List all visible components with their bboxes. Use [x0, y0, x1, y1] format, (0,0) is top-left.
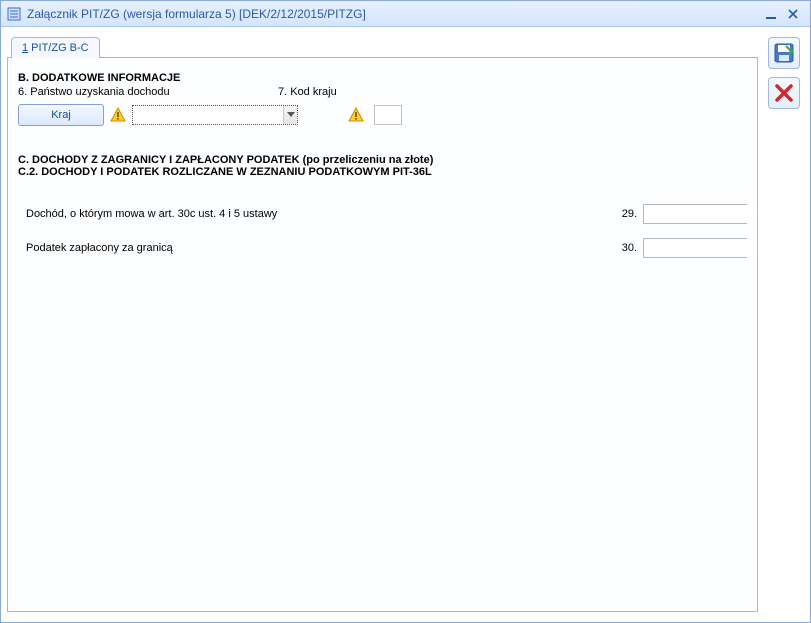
- section-c-heading1: C. DOCHODY Z ZAGRANICY I ZAPŁACONY PODAT…: [18, 154, 747, 166]
- row-label: Dochód, o którym mowa w art. 30c ust. 4 …: [26, 208, 609, 220]
- tab-strip: 1 PIT/ZG B-C: [7, 33, 758, 57]
- save-icon: [773, 42, 795, 64]
- section-b: B. DODATKOWE INFORMACJE 6. Państwo uzysk…: [18, 72, 747, 126]
- titlebar: Załącznik PIT/ZG (wersja formularza 5) […: [1, 1, 810, 27]
- app-icon: [7, 7, 21, 21]
- labels-row: 6. Państwo uzyskania dochodu 7. Kod kraj…: [18, 86, 747, 98]
- kod-kraju-input[interactable]: [374, 105, 402, 125]
- country-combo[interactable]: [132, 105, 298, 125]
- form-panel: B. DODATKOWE INFORMACJE 6. Państwo uzysk…: [7, 57, 758, 612]
- label-kod-kraju: 7. Kod kraju: [278, 86, 398, 98]
- right-actions: [764, 33, 804, 612]
- section-b-heading: B. DODATKOWE INFORMACJE: [18, 72, 747, 84]
- chevron-down-icon: [287, 112, 295, 118]
- amount-field-30[interactable]: ▲ ▼: [643, 238, 747, 258]
- warning-icon: [110, 107, 126, 123]
- save-button[interactable]: [768, 37, 800, 69]
- label-panstwo: 6. Państwo uzyskania dochodu: [18, 86, 278, 98]
- client-area: 1 PIT/ZG B-C B. DODATKOWE INFORMACJE 6. …: [1, 27, 810, 622]
- close-button[interactable]: [782, 5, 804, 23]
- minimize-button[interactable]: [760, 5, 782, 23]
- section-c: C. DOCHODY Z ZAGRANICY I ZAPŁACONY PODAT…: [18, 154, 747, 258]
- cancel-button[interactable]: [768, 77, 800, 109]
- country-input[interactable]: [133, 106, 283, 124]
- amount-input[interactable]: [644, 205, 758, 223]
- row-30: Podatek zapłacony za granicą 30. ▲ ▼: [26, 238, 747, 258]
- left-column: 1 PIT/ZG B-C B. DODATKOWE INFORMACJE 6. …: [7, 33, 758, 612]
- amount-input[interactable]: [644, 239, 758, 257]
- row-number: 30.: [609, 242, 637, 254]
- section-c-rows: Dochód, o którym mowa w art. 30c ust. 4 …: [18, 204, 747, 258]
- row-29: Dochód, o którym mowa w art. 30c ust. 4 …: [26, 204, 747, 224]
- row-number: 29.: [609, 208, 637, 220]
- kraj-button[interactable]: Kraj: [18, 104, 104, 126]
- input-row-b: Kraj: [18, 104, 747, 126]
- warning-icon: [348, 107, 364, 123]
- amount-field-29[interactable]: ▲ ▼: [643, 204, 747, 224]
- combo-dropdown-button[interactable]: [283, 106, 297, 124]
- window-title: Załącznik PIT/ZG (wersja formularza 5) […: [27, 7, 760, 21]
- tab-label: PIT/ZG B-C: [28, 42, 89, 54]
- close-icon: [774, 83, 794, 103]
- section-c-heading2: C.2. DOCHODY I PODATEK ROZLICZANE W ZEZN…: [18, 166, 747, 178]
- tab-pitzg-bc[interactable]: 1 PIT/ZG B-C: [11, 37, 100, 58]
- window-root: Załącznik PIT/ZG (wersja formularza 5) […: [0, 0, 811, 623]
- row-label: Podatek zapłacony za granicą: [26, 242, 609, 254]
